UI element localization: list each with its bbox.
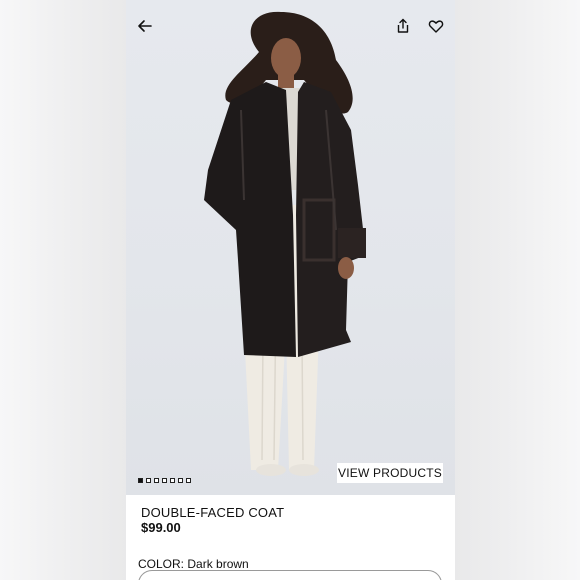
share-icon xyxy=(397,18,409,33)
product-photo[interactable]: VIEW PRODUCTS xyxy=(126,0,455,495)
pagination-dot[interactable] xyxy=(154,478,159,483)
view-products-button[interactable]: VIEW PRODUCTS xyxy=(337,463,443,483)
arrow-left-icon xyxy=(138,20,152,32)
size-select[interactable] xyxy=(138,570,442,580)
product-name: DOUBLE-FACED COAT xyxy=(141,505,285,520)
pagination-dot[interactable] xyxy=(162,478,167,483)
share-button[interactable] xyxy=(391,14,415,38)
pagination-dot[interactable] xyxy=(146,478,151,483)
background-left xyxy=(0,0,126,580)
pagination-dot[interactable] xyxy=(178,478,183,483)
product-price: $99.00 xyxy=(141,520,181,535)
color-label: COLOR: xyxy=(138,557,185,571)
gallery-pagination xyxy=(138,478,191,483)
product-screen: VIEW PRODUCTS DOUBLE-FACED COAT $99.00 C… xyxy=(126,0,455,580)
color-value: Dark brown xyxy=(187,557,249,571)
pagination-dot[interactable] xyxy=(170,478,175,483)
heart-icon xyxy=(428,20,444,33)
color-label-row: COLOR: Dark brown xyxy=(138,557,249,571)
background-right xyxy=(455,0,580,580)
pagination-dot[interactable] xyxy=(138,478,143,483)
favorite-button[interactable] xyxy=(424,14,448,38)
model-illustration xyxy=(204,11,366,476)
back-button[interactable] xyxy=(133,14,157,38)
pagination-dot[interactable] xyxy=(186,478,191,483)
